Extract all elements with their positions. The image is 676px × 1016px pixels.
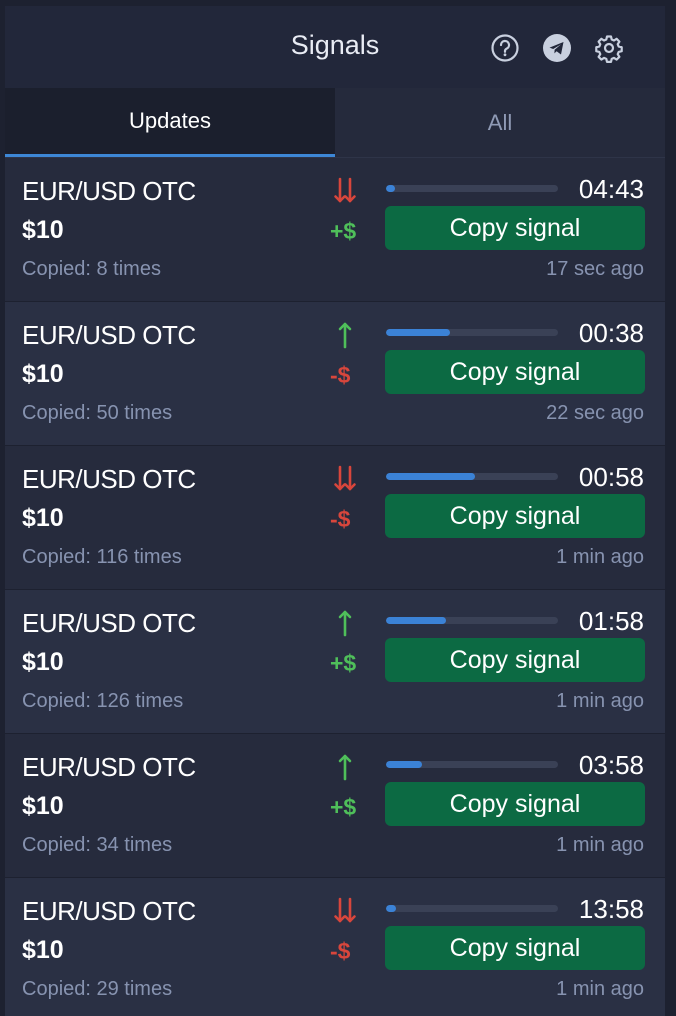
arrow-up-icon xyxy=(331,752,359,782)
time-progress-fill xyxy=(386,329,450,336)
signal-age: 1 min ago xyxy=(556,690,644,712)
trade-amount: $10 xyxy=(22,648,64,676)
time-progress-fill xyxy=(386,905,397,912)
signal-row: EUR/USD OTC $10 Copied: 8 times +$ 04:43… xyxy=(5,158,665,302)
copy-signal-button[interactable]: Copy signal xyxy=(385,926,645,970)
time-progress-fill xyxy=(386,473,476,480)
asset-pair: EUR/USD OTC xyxy=(22,320,196,350)
countdown-timer: 00:38 xyxy=(578,318,644,348)
time-progress-bar xyxy=(386,617,558,624)
arrow-up-icon xyxy=(331,320,359,350)
signal-age: 1 min ago xyxy=(556,978,644,1000)
signals-panel: Signals Updates All EUR/USD OTC $10 Copi… xyxy=(5,6,665,1016)
time-progress-fill xyxy=(386,617,447,624)
arrow-up-icon xyxy=(331,608,359,638)
copy-signal-button[interactable]: Copy signal xyxy=(385,782,645,826)
copied-count: Copied: 29 times xyxy=(22,978,173,1000)
trade-amount: $10 xyxy=(22,504,64,532)
copied-count: Copied: 34 times xyxy=(22,834,173,856)
telegram-icon[interactable] xyxy=(541,32,573,64)
signal-row: EUR/USD OTC $10 Copied: 116 times -$ 00:… xyxy=(5,446,665,590)
double-arrow-down-icon xyxy=(331,896,359,926)
double-arrow-down-icon xyxy=(331,176,359,206)
result-indicator: -$ xyxy=(330,506,351,532)
trade-amount: $10 xyxy=(22,216,64,244)
result-indicator: -$ xyxy=(330,362,351,388)
tab-bar: Updates All xyxy=(5,88,665,158)
countdown-timer: 00:58 xyxy=(578,462,644,492)
countdown-timer: 04:43 xyxy=(578,174,644,204)
time-progress-fill xyxy=(386,761,423,768)
signal-list: EUR/USD OTC $10 Copied: 8 times +$ 04:43… xyxy=(5,158,665,1016)
copy-signal-button[interactable]: Copy signal xyxy=(385,494,645,538)
signal-age: 22 sec ago xyxy=(546,402,644,424)
result-indicator: -$ xyxy=(330,938,351,964)
panel-header: Signals xyxy=(5,6,665,88)
gear-icon[interactable] xyxy=(593,32,625,64)
time-progress-bar xyxy=(386,905,558,912)
signal-age: 1 min ago xyxy=(556,546,644,568)
countdown-timer: 01:58 xyxy=(578,606,644,636)
trade-amount: $10 xyxy=(22,360,64,388)
double-arrow-down-icon xyxy=(331,464,359,494)
time-progress-bar xyxy=(386,761,558,768)
help-circle-icon[interactable] xyxy=(489,32,521,64)
asset-pair: EUR/USD OTC xyxy=(22,608,196,638)
header-actions xyxy=(489,32,625,64)
trade-amount: $10 xyxy=(22,936,64,964)
copy-signal-button[interactable]: Copy signal xyxy=(385,638,645,682)
tab-updates[interactable]: Updates xyxy=(5,88,335,157)
signal-row: EUR/USD OTC $10 Copied: 126 times +$ 01:… xyxy=(5,590,665,734)
asset-pair: EUR/USD OTC xyxy=(22,464,196,494)
copied-count: Copied: 126 times xyxy=(22,690,184,712)
time-progress-bar xyxy=(386,329,558,336)
copied-count: Copied: 116 times xyxy=(22,546,182,568)
asset-pair: EUR/USD OTC xyxy=(22,752,196,782)
asset-pair: EUR/USD OTC xyxy=(22,176,196,206)
time-progress-fill xyxy=(386,185,395,192)
countdown-timer: 13:58 xyxy=(578,894,644,924)
trade-amount: $10 xyxy=(22,792,64,820)
time-progress-bar xyxy=(386,473,558,480)
tab-all[interactable]: All xyxy=(335,88,665,157)
signal-row: EUR/USD OTC $10 Copied: 50 times -$ 00:3… xyxy=(5,302,665,446)
signal-row: EUR/USD OTC $10 Copied: 29 times -$ 13:5… xyxy=(5,878,665,1016)
signal-age: 1 min ago xyxy=(556,834,644,856)
result-indicator: +$ xyxy=(330,218,357,244)
signal-age: 17 sec ago xyxy=(546,258,644,280)
copy-signal-button[interactable]: Copy signal xyxy=(385,350,645,394)
signal-row: EUR/USD OTC $10 Copied: 34 times +$ 03:5… xyxy=(5,734,665,878)
copy-signal-button[interactable]: Copy signal xyxy=(385,206,645,250)
copied-count: Copied: 50 times xyxy=(22,402,173,424)
countdown-timer: 03:58 xyxy=(578,750,644,780)
result-indicator: +$ xyxy=(330,794,357,820)
result-indicator: +$ xyxy=(330,650,357,676)
time-progress-bar xyxy=(386,185,558,192)
asset-pair: EUR/USD OTC xyxy=(22,896,196,926)
copied-count: Copied: 8 times xyxy=(22,258,161,280)
